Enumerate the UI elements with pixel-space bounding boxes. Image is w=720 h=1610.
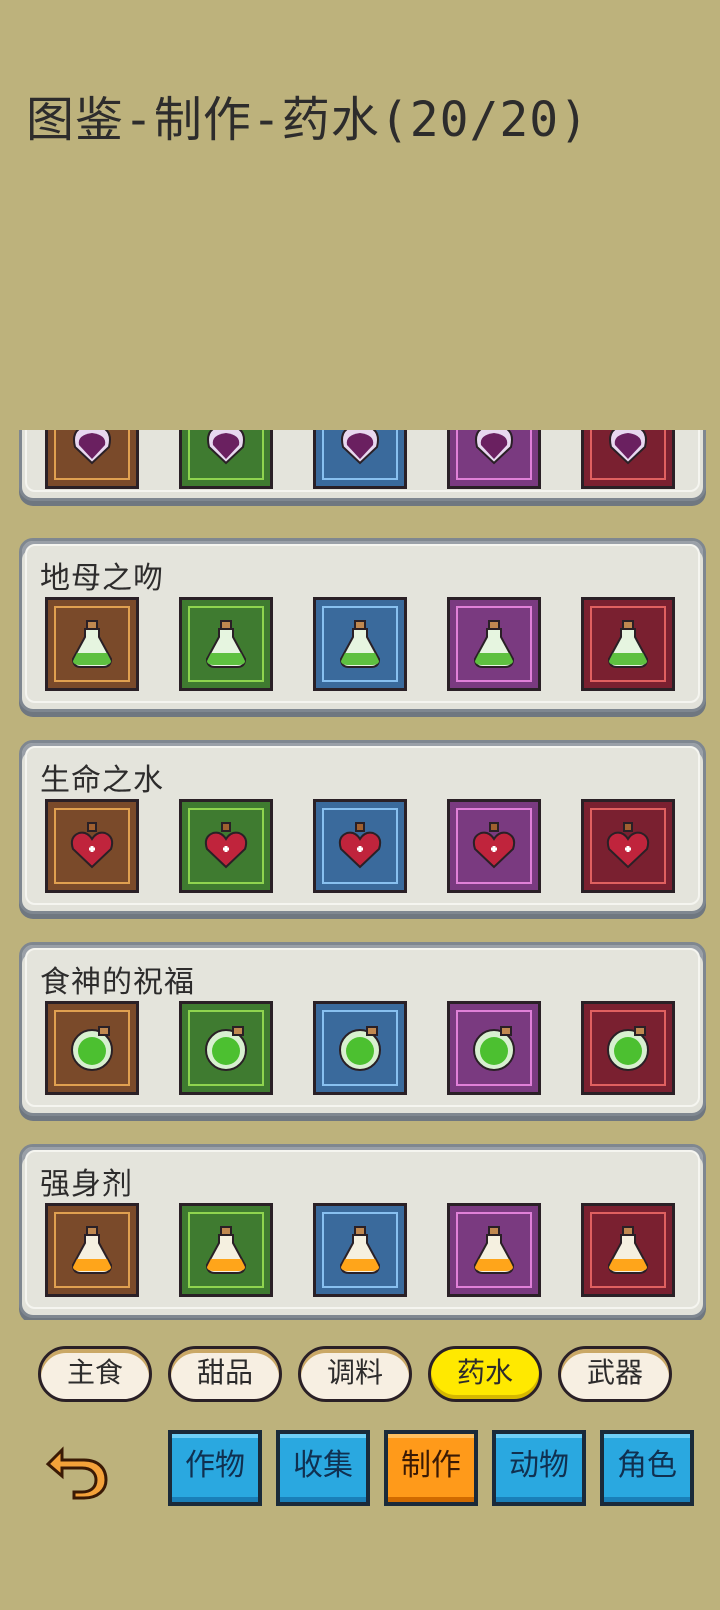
green-flask-potion-icon — [607, 620, 649, 668]
category-tab[interactable]: 调料 — [298, 1346, 412, 1402]
category-tab[interactable]: 药水 — [428, 1346, 542, 1402]
main-tab[interactable]: 收集 — [276, 1430, 370, 1506]
red-heart-potion-icon — [472, 822, 516, 869]
main-tab[interactable]: 动物 — [492, 1430, 586, 1506]
recipe-slot-blue[interactable] — [313, 430, 407, 489]
recipe-slot-purple[interactable] — [447, 430, 541, 489]
green-orb-potion-icon — [473, 1026, 515, 1071]
recipe-group: 地母之吻 — [19, 538, 706, 712]
purple-shield-potion-icon — [73, 430, 111, 465]
recipe-slot-green[interactable] — [179, 1001, 273, 1095]
recipe-slot-blue[interactable] — [313, 1001, 407, 1095]
page-title: 图鉴-制作-药水(20/20) — [26, 92, 590, 148]
recipe-slot-purple[interactable] — [447, 1203, 541, 1297]
main-tabs: 作物 收集 制作 动物 角色 — [0, 1430, 720, 1510]
main-tab[interactable]: 角色 — [600, 1430, 694, 1506]
recipe-slot-red[interactable] — [581, 430, 675, 489]
recipe-slot-red[interactable] — [581, 1001, 675, 1095]
recipe-slot-brown[interactable] — [45, 1203, 139, 1297]
recipe-slot-red[interactable] — [581, 1203, 675, 1297]
green-orb-potion-icon — [71, 1026, 113, 1071]
red-heart-potion-icon — [606, 822, 650, 869]
recipe-name: 强身剂 — [40, 1167, 133, 1202]
recipe-slot-blue[interactable] — [313, 799, 407, 893]
recipe-group: 食神的祝福 — [19, 942, 706, 1116]
green-orb-potion-icon — [205, 1026, 247, 1071]
recipe-group: 强身剂 — [19, 1144, 706, 1318]
recipe-slot-green[interactable] — [179, 799, 273, 893]
orange-flask-potion-icon — [607, 1226, 649, 1274]
green-orb-potion-icon — [339, 1026, 381, 1071]
green-orb-potion-icon — [607, 1026, 649, 1071]
category-tabs: 主食 甜品 调料 药水 武器 — [0, 1346, 720, 1408]
recipe-slot-purple[interactable] — [447, 1001, 541, 1095]
green-flask-potion-icon — [71, 620, 113, 668]
recipe-group: 生命之水 — [19, 740, 706, 914]
purple-shield-potion-icon — [207, 430, 245, 465]
purple-shield-potion-icon — [609, 430, 647, 465]
recipe-slot-blue[interactable] — [313, 597, 407, 691]
green-flask-potion-icon — [473, 620, 515, 668]
category-tab[interactable]: 甜品 — [168, 1346, 282, 1402]
recipe-slot-red[interactable] — [581, 597, 675, 691]
recipe-slot-blue[interactable] — [313, 1203, 407, 1297]
red-heart-potion-icon — [70, 822, 114, 869]
recipe-slot-brown[interactable] — [45, 597, 139, 691]
recipe-slot-green[interactable] — [179, 597, 273, 691]
recipe-slot-purple[interactable] — [447, 799, 541, 893]
recipe-name: 食神的祝福 — [40, 965, 195, 1000]
main-tab[interactable]: 制作 — [384, 1430, 478, 1506]
recipe-slot-red[interactable] — [581, 799, 675, 893]
recipe-slot-purple[interactable] — [447, 597, 541, 691]
red-heart-potion-icon — [338, 822, 382, 869]
purple-shield-potion-icon — [341, 430, 379, 465]
orange-flask-potion-icon — [473, 1226, 515, 1274]
green-flask-potion-icon — [339, 620, 381, 668]
recipe-group — [19, 430, 706, 501]
category-tab[interactable]: 主食 — [38, 1346, 152, 1402]
orange-flask-potion-icon — [71, 1226, 113, 1274]
recipe-slot-green[interactable] — [179, 430, 273, 489]
recipe-slot-brown[interactable] — [45, 799, 139, 893]
recipe-slot-brown[interactable] — [45, 430, 139, 489]
orange-flask-potion-icon — [205, 1226, 247, 1274]
main-tab[interactable]: 作物 — [168, 1430, 262, 1506]
recipe-slot-green[interactable] — [179, 1203, 273, 1297]
red-heart-potion-icon — [204, 822, 248, 869]
orange-flask-potion-icon — [339, 1226, 381, 1274]
green-flask-potion-icon — [205, 620, 247, 668]
recipe-list[interactable]: 地母之吻生命之水食神的祝福强身剂 — [0, 430, 720, 1320]
recipe-name: 地母之吻 — [40, 561, 164, 596]
recipe-slot-brown[interactable] — [45, 1001, 139, 1095]
recipe-name: 生命之水 — [40, 763, 164, 798]
purple-shield-potion-icon — [475, 430, 513, 465]
category-tab[interactable]: 武器 — [558, 1346, 672, 1402]
